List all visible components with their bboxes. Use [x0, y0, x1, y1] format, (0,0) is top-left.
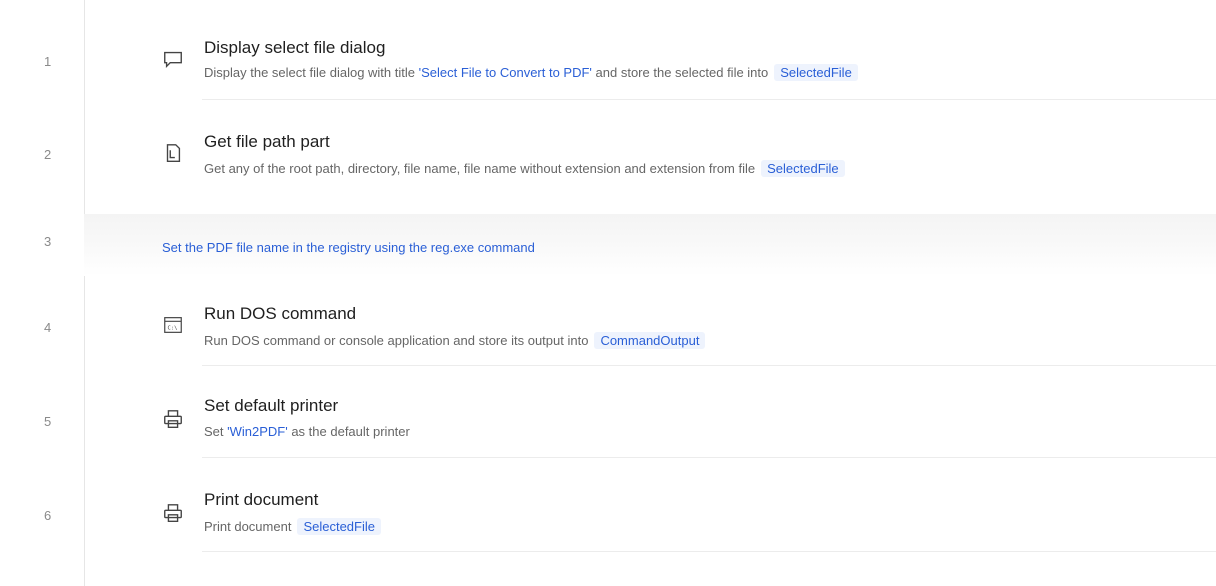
- action-description: Run DOS command or console application a…: [204, 332, 706, 349]
- file-path-icon: [160, 140, 186, 166]
- variable-token: CommandOutput: [594, 332, 706, 349]
- variable-token: SelectedFile: [761, 160, 845, 177]
- action-title: Get file path part: [204, 132, 330, 151]
- console-icon: C:\: [160, 312, 186, 338]
- line-number-1: 1: [44, 54, 52, 69]
- svg-text:C:\: C:\: [168, 326, 178, 332]
- action-get-file-path-part[interactable]: Get file path part Get any of the root p…: [84, 124, 1216, 194]
- action-set-default-printer[interactable]: Set default printer Set 'Win2PDF' as the…: [84, 388, 1216, 458]
- line-number-3: 3: [44, 234, 52, 249]
- action-print-document[interactable]: Print document Print document SelectedFil…: [84, 482, 1216, 552]
- action-title: Set default printer: [204, 396, 339, 415]
- line-number-6: 6: [44, 508, 52, 523]
- string-literal: 'Win2PDF': [227, 424, 288, 439]
- action-title: Display select file dialog: [204, 38, 386, 57]
- row-separator: [202, 99, 1216, 100]
- action-run-dos-command[interactable]: C:\ Run DOS command Run DOS command or c…: [84, 296, 1216, 366]
- message-box-icon: [160, 46, 186, 72]
- string-literal: 'Select File to Convert to PDF': [418, 65, 592, 80]
- variable-token: SelectedFile: [297, 518, 381, 535]
- row-separator: [202, 457, 1216, 458]
- line-number-4: 4: [44, 320, 52, 335]
- action-description: Print document SelectedFile: [204, 518, 381, 535]
- action-description: Get any of the root path, directory, fil…: [204, 160, 845, 177]
- variable-token: SelectedFile: [774, 64, 858, 81]
- action-title: Print document: [204, 490, 319, 509]
- action-description: Display the select file dialog with titl…: [204, 64, 858, 81]
- action-title: Run DOS command: [204, 304, 357, 323]
- row-separator: [202, 551, 1216, 552]
- comment-row[interactable]: Set the PDF file name in the registry us…: [84, 214, 1216, 276]
- line-number-5: 5: [44, 414, 52, 429]
- comment-text: Set the PDF file name in the registry us…: [162, 240, 535, 255]
- row-separator: [202, 365, 1216, 366]
- line-number-gutter: [0, 0, 85, 586]
- line-number-2: 2: [44, 147, 52, 162]
- printer-icon: [160, 406, 186, 432]
- action-description: Set 'Win2PDF' as the default printer: [204, 424, 410, 439]
- printer-icon: [160, 500, 186, 526]
- action-display-select-file-dialog[interactable]: Display select file dialog Display the s…: [84, 30, 1216, 100]
